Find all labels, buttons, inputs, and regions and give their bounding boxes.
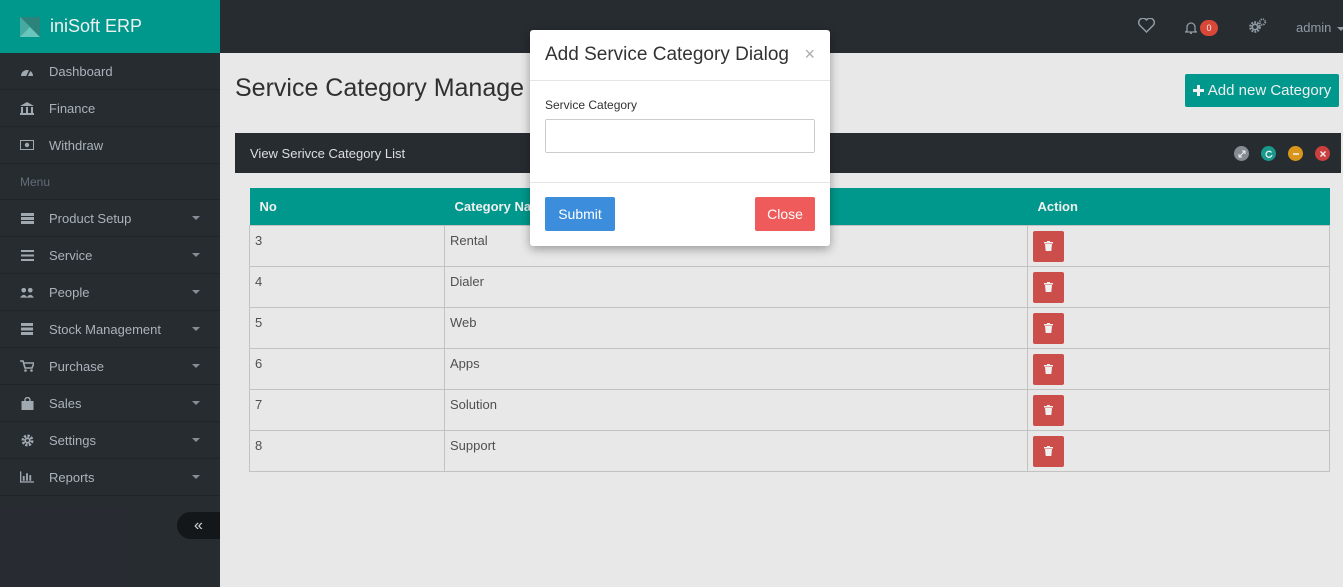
close-x-icon[interactable]: × — [804, 45, 815, 63]
modal-title: Add Service Category Dialog — [545, 44, 789, 65]
modal-footer: Submit Close — [530, 183, 830, 245]
modal-header: Add Service Category Dialog × — [530, 30, 830, 81]
service-category-input[interactable] — [545, 119, 815, 153]
add-service-category-dialog: Add Service Category Dialog × Service Ca… — [530, 30, 830, 246]
submit-button[interactable]: Submit — [545, 197, 615, 231]
close-button[interactable]: Close — [755, 197, 815, 231]
service-category-label: Service Category — [545, 98, 638, 112]
modal-body: Service Category — [530, 81, 830, 183]
